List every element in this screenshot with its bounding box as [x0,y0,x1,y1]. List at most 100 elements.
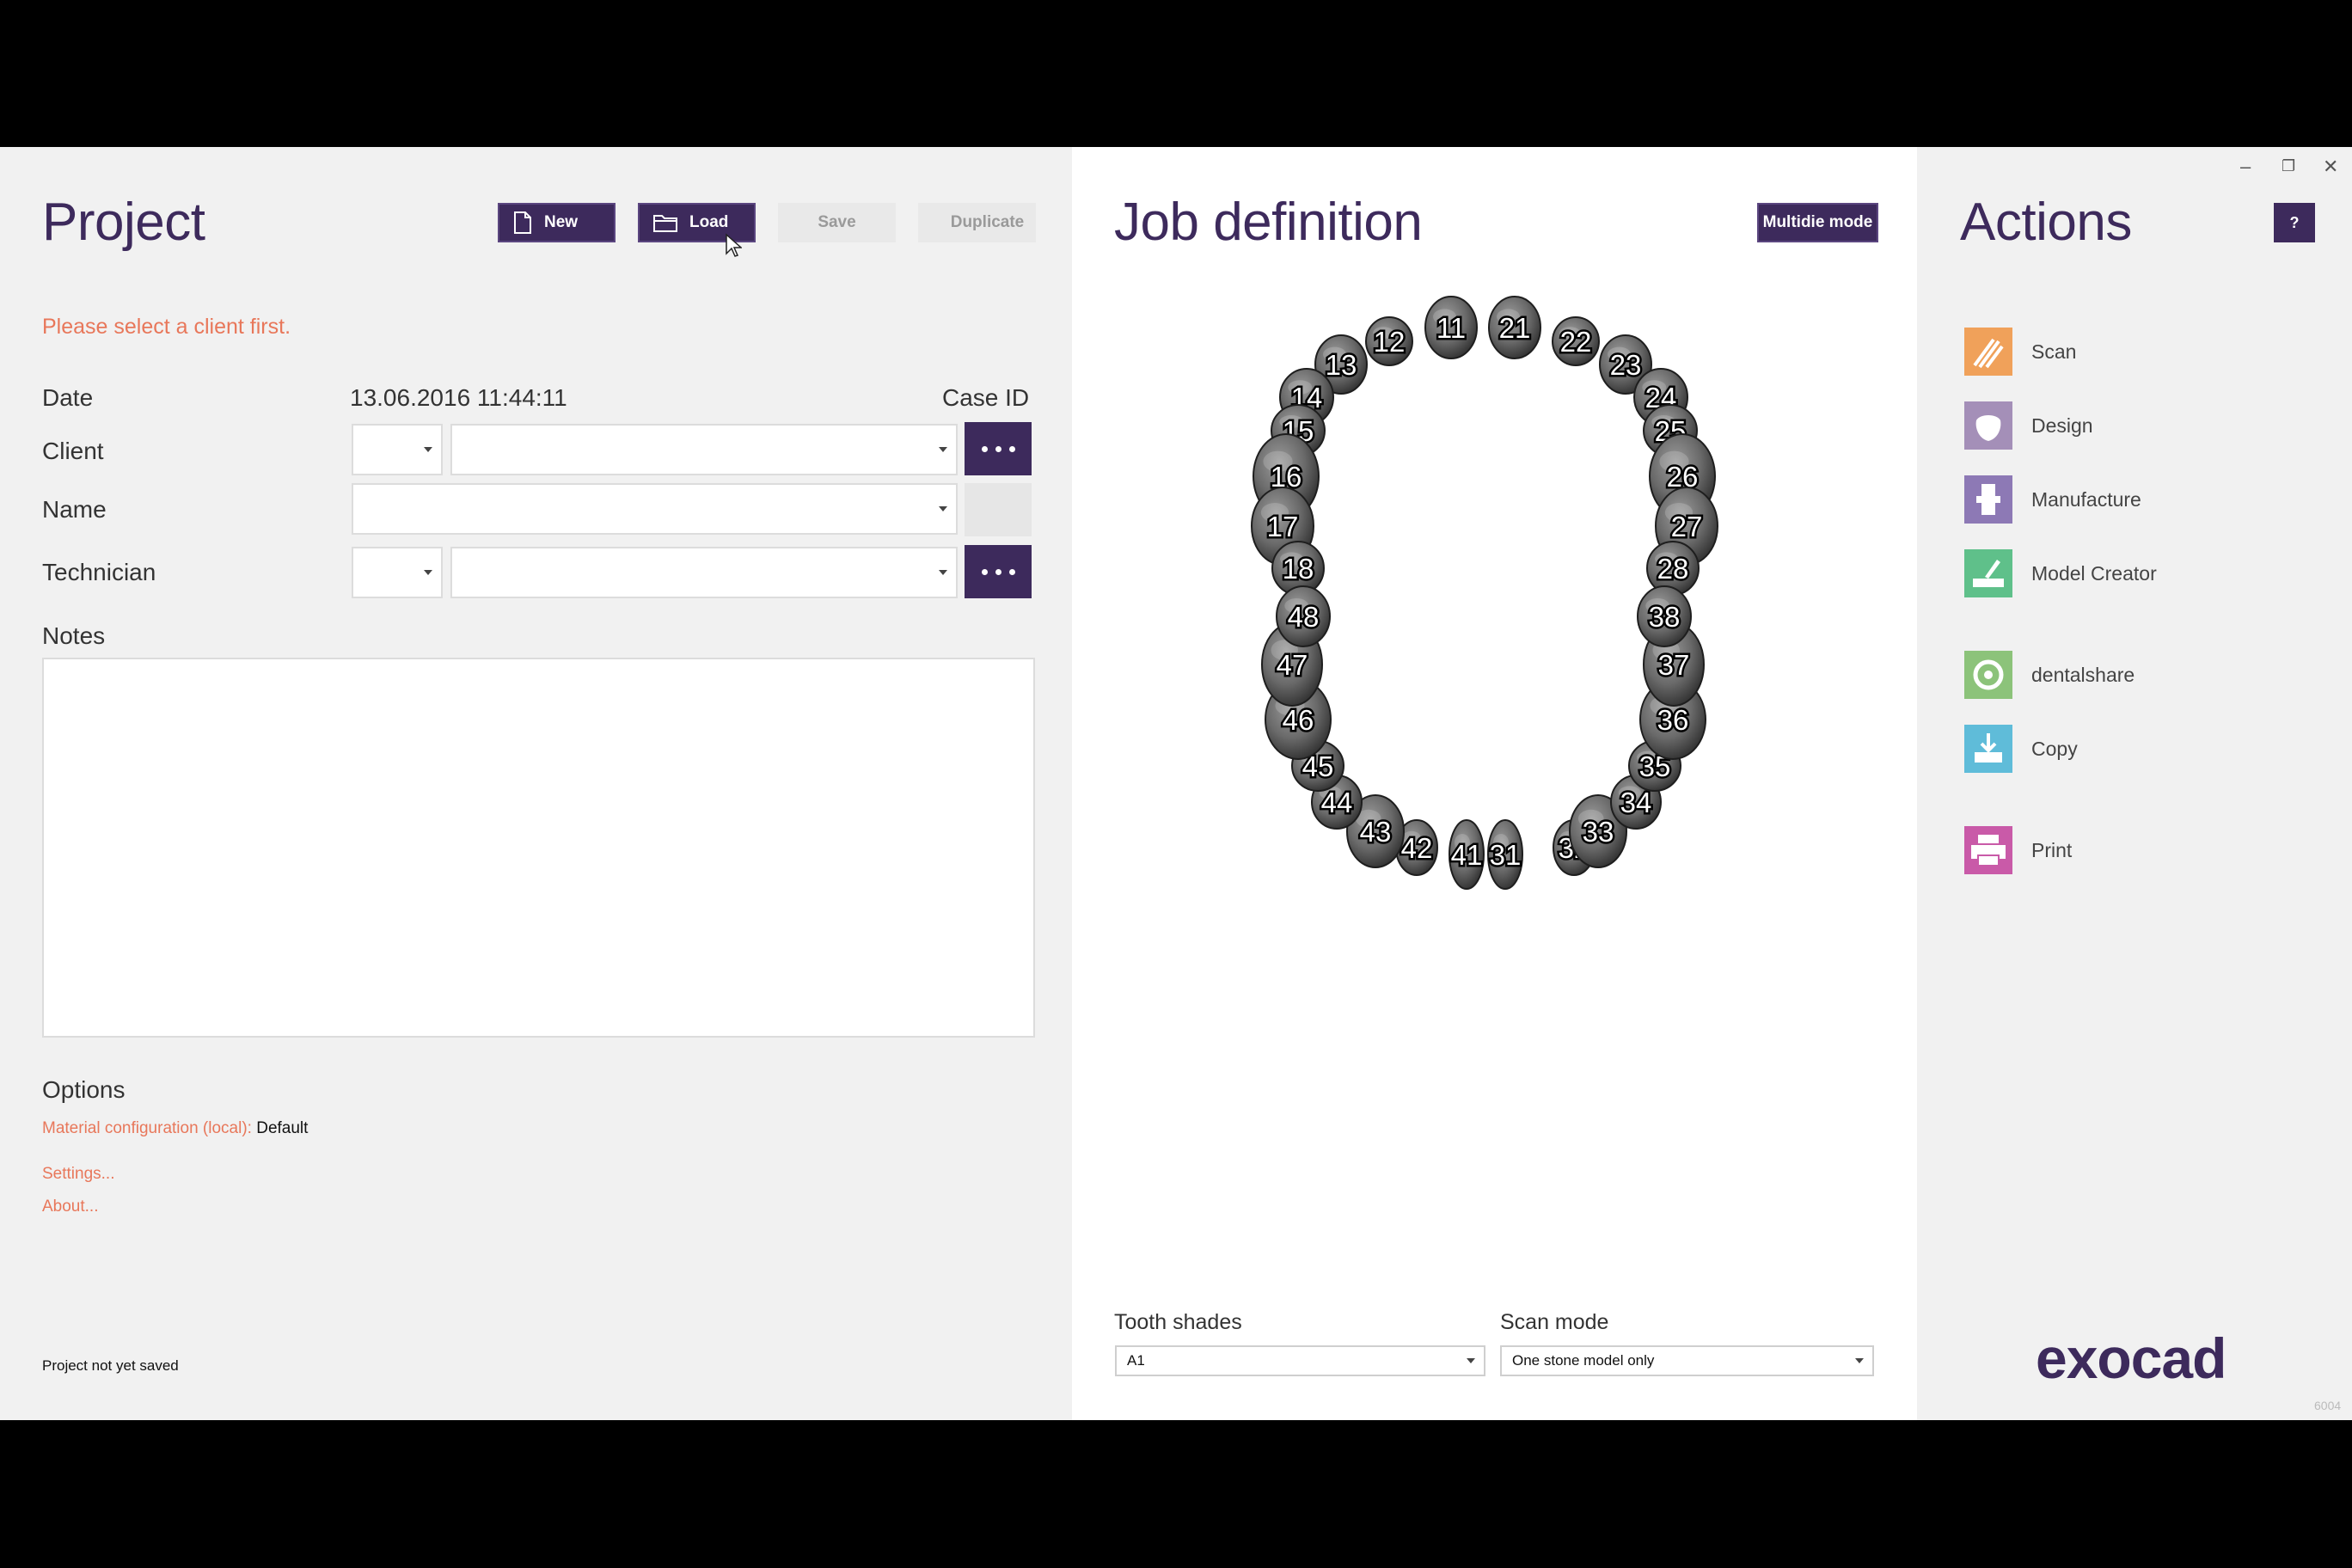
scan-mode-value: One stone model only [1512,1352,1655,1369]
case-id-label: Case ID [942,384,1030,411]
notes-textarea[interactable] [42,658,1035,1038]
action-design-label: Design [2031,413,2093,437]
new-button[interactable]: New [498,203,616,242]
tooth-shades-label: Tooth shades [1114,1310,1242,1334]
tooth-number-12: 12 [1374,326,1406,358]
minimize-button[interactable]: – [2240,156,2251,178]
tooth-number-27: 27 [1671,511,1703,542]
actions-panel: – ❐ ✕ Actions ? Scan Design Manufacture [1917,147,2352,1420]
tooth-number-37: 37 [1658,649,1690,681]
tooth-12[interactable]: 12 [1365,316,1413,366]
chevron-down-icon [939,506,947,511]
action-scan-label: Scan [2031,340,2077,363]
tooth-number-41: 41 [1451,839,1483,871]
select-client-warning: Please select a client first. [42,315,291,339]
scan-icon [1964,328,2012,376]
action-dentalshare[interactable]: dentalshare [1964,649,2135,701]
tooth-38[interactable]: 38 [1637,585,1692,647]
action-manufacture[interactable]: Manufacture [1964,474,2141,525]
technician-select[interactable] [450,547,958,598]
tooth-number-31: 31 [1490,839,1522,871]
new-file-icon [514,211,531,234]
tooth-21[interactable]: 21 [1488,296,1541,359]
chevron-down-icon [424,447,432,452]
material-configuration: Material configuration (local): Default [42,1119,308,1138]
job-definition-panel: Job definition Multidie mode 11 12 13 14 15 1… [1072,147,1917,1420]
tooth-number-22: 22 [1560,326,1592,358]
tooth-number-34: 34 [1620,787,1652,818]
action-scan[interactable]: Scan [1964,326,2076,377]
tooth-number-23: 23 [1610,349,1642,381]
action-print[interactable]: Print [1964,824,2072,876]
tooth-shades-select[interactable]: A1 [1115,1345,1485,1376]
new-button-label: New [544,213,579,231]
tooth-number-43: 43 [1360,816,1392,848]
tooth-number-18: 18 [1283,553,1314,585]
tooth-number-13: 13 [1326,349,1357,381]
save-button-label: Save [818,213,856,231]
technician-label: Technician [42,559,156,585]
tooth-number-42: 42 [1401,832,1433,864]
client-select[interactable] [450,424,958,475]
client-prefix-select[interactable] [352,424,443,475]
tooth-number-21: 21 [1499,312,1531,344]
project-panel: Project New Load Save Duplicate Please s… [0,147,1072,1420]
tooth-number-47: 47 [1277,649,1308,681]
scan-mode-select[interactable]: One stone model only [1500,1345,1874,1376]
name-label: Name [42,496,107,523]
design-icon [1964,401,2012,450]
chevron-down-icon [1855,1358,1864,1363]
exocad-window: Project New Load Save Duplicate Please s… [0,147,2352,1420]
action-copy[interactable]: Copy [1964,723,2078,775]
tooth-31[interactable]: 31 [1487,819,1523,890]
tooth-41[interactable]: 41 [1449,819,1485,890]
date-value: 13.06.2016 11:44:11 [350,384,567,411]
restore-button[interactable]: ❐ [2282,157,2295,175]
scan-mode-label: Scan mode [1500,1310,1609,1334]
duplicate-button[interactable]: Duplicate [918,203,1036,242]
chevron-down-icon [424,570,432,575]
action-copy-label: Copy [2031,737,2078,760]
tooth-number-44: 44 [1321,787,1353,818]
options-label: Options [42,1076,126,1103]
action-dentalshare-label: dentalshare [2031,663,2135,686]
notes-label: Notes [42,622,106,649]
tooth-11[interactable]: 11 [1424,296,1478,359]
material-configuration-link[interactable]: Material configuration (local): [42,1119,252,1137]
help-button[interactable]: ? [2274,203,2315,242]
manufacture-icon [1964,475,2012,524]
name-more-button-disabled [965,483,1032,536]
duplicate-button-label: Duplicate [950,213,1025,231]
action-model-creator-label: Model Creator [2031,561,2157,585]
client-label: Client [42,438,104,464]
action-design[interactable]: Design [1964,400,2093,451]
tooth-number-46: 46 [1283,704,1314,736]
print-icon [1964,826,2012,874]
client-more-button[interactable] [965,422,1032,475]
dentalshare-icon [1964,651,2012,699]
close-button[interactable]: ✕ [2323,156,2338,178]
tooth-number-28: 28 [1657,553,1689,585]
about-link[interactable]: About... [42,1197,99,1216]
chevron-down-icon [1467,1358,1475,1363]
settings-link[interactable]: Settings... [42,1165,115,1184]
action-print-label: Print [2031,838,2073,861]
tooth-shades-value: A1 [1127,1352,1145,1369]
date-label: Date [42,384,94,411]
technician-more-button[interactable] [965,545,1032,598]
actions-title: Actions [1960,193,2132,252]
tooth-number-17: 17 [1267,511,1299,542]
tooth-48[interactable]: 48 [1276,585,1331,647]
save-button[interactable]: Save [778,203,896,242]
chevron-down-icon [939,447,947,452]
project-title: Project [42,193,205,252]
tooth-number-36: 36 [1657,704,1689,736]
action-model-creator[interactable]: Model Creator [1964,548,2157,599]
tooth-22[interactable]: 22 [1552,316,1600,366]
chevron-down-icon [939,570,947,575]
model-creator-icon [1964,549,2012,597]
name-select[interactable] [352,483,958,535]
technician-prefix-select[interactable] [352,547,443,598]
tooth-number-48: 48 [1288,601,1320,633]
folder-icon [653,215,677,232]
